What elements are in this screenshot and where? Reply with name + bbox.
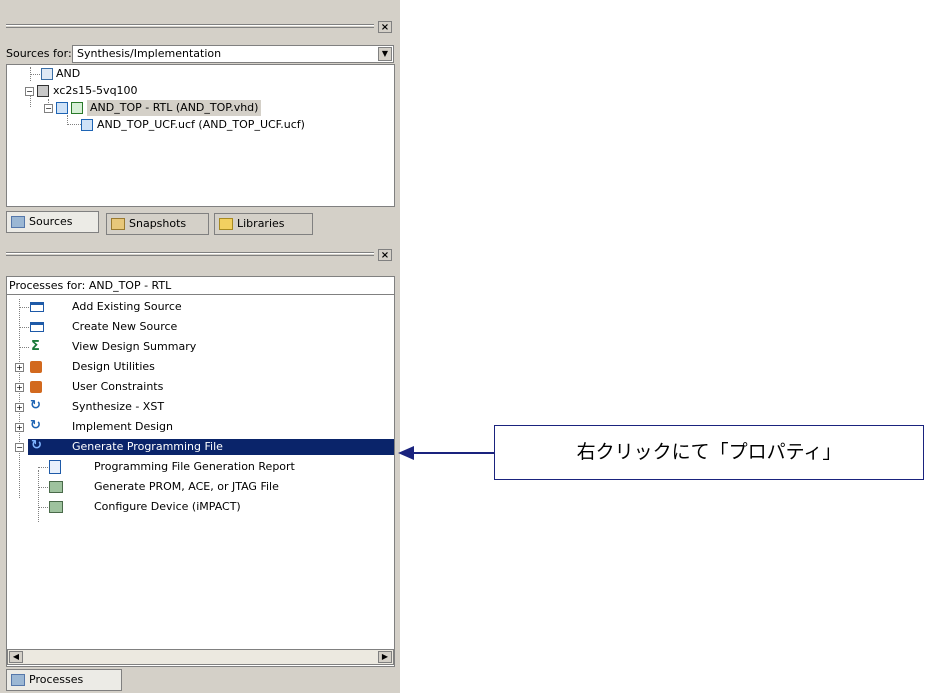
collapse-icon[interactable]: − [25, 87, 34, 96]
processes-panel: × Processes for: AND_TOP - RTL Add Exist… [0, 240, 400, 693]
file-icon [41, 68, 53, 80]
collapse-icon[interactable]: − [44, 104, 53, 113]
tab-processes[interactable]: Processes [6, 669, 122, 691]
run-process-icon: ↻ [30, 398, 41, 413]
callout-arrow [398, 446, 495, 460]
tools-icon [30, 361, 42, 373]
libraries-tab-icon [219, 218, 233, 230]
run-process-icon: ↻ [30, 418, 41, 433]
sources-tree[interactable]: AND − xc2s15-5vq100 − AND_TOP - RTL (AND… [6, 64, 395, 207]
snapshots-tab-icon [111, 218, 125, 230]
expand-icon[interactable]: + [15, 423, 24, 432]
horizontal-scrollbar[interactable]: ◀ ▶ [7, 649, 394, 665]
sources-for-value: Synthesis/Implementation [77, 47, 222, 60]
prom-icon [49, 481, 63, 493]
sources-panel: × Sources for: Synthesis/Implementation … [0, 0, 400, 240]
sources-close-icon[interactable]: × [378, 21, 392, 33]
vhdl-module-icon [56, 102, 68, 114]
processes-close-icon[interactable]: × [378, 249, 392, 261]
window-icon [30, 322, 44, 332]
scroll-right-icon[interactable]: ▶ [378, 651, 392, 663]
chevron-down-icon[interactable]: ▼ [378, 47, 392, 61]
expand-icon[interactable]: + [15, 363, 24, 372]
tab-sources[interactable]: Sources [6, 211, 99, 233]
expand-icon[interactable]: + [15, 403, 24, 412]
tree-item-and-top[interactable]: − AND_TOP - RTL (AND_TOP.vhd) [43, 100, 388, 116]
report-icon [49, 460, 61, 474]
processes-tab-icon [11, 674, 25, 686]
window-icon [30, 302, 44, 312]
constraints-file-icon [81, 119, 93, 131]
processes-for-label: Processes for: AND_TOP - RTL [9, 279, 172, 292]
top-module-icon [71, 102, 83, 114]
sources-for-label: Sources for: [6, 47, 72, 60]
collapse-icon[interactable]: − [15, 443, 24, 452]
processes-tree[interactable]: Processes for: AND_TOP - RTL Add Existin… [6, 276, 395, 667]
expand-icon[interactable]: + [15, 383, 24, 392]
sources-gripbar[interactable]: × [4, 20, 396, 34]
chip-icon [37, 85, 49, 97]
tab-snapshots[interactable]: Snapshots [106, 213, 209, 235]
run-process-icon: ↻ [31, 438, 42, 453]
tab-libraries[interactable]: Libraries [214, 213, 313, 235]
sources-tab-icon [11, 216, 25, 228]
impact-icon [49, 501, 63, 513]
tools-icon [30, 381, 42, 393]
processes-gripbar[interactable]: × [4, 248, 396, 262]
sources-for-select[interactable]: Synthesis/Implementation ▼ [72, 45, 394, 63]
scroll-left-icon[interactable]: ◀ [9, 651, 23, 663]
sigma-icon: Σ [31, 339, 40, 354]
callout-box: 右クリックにて「プロパティ」 [494, 425, 924, 480]
